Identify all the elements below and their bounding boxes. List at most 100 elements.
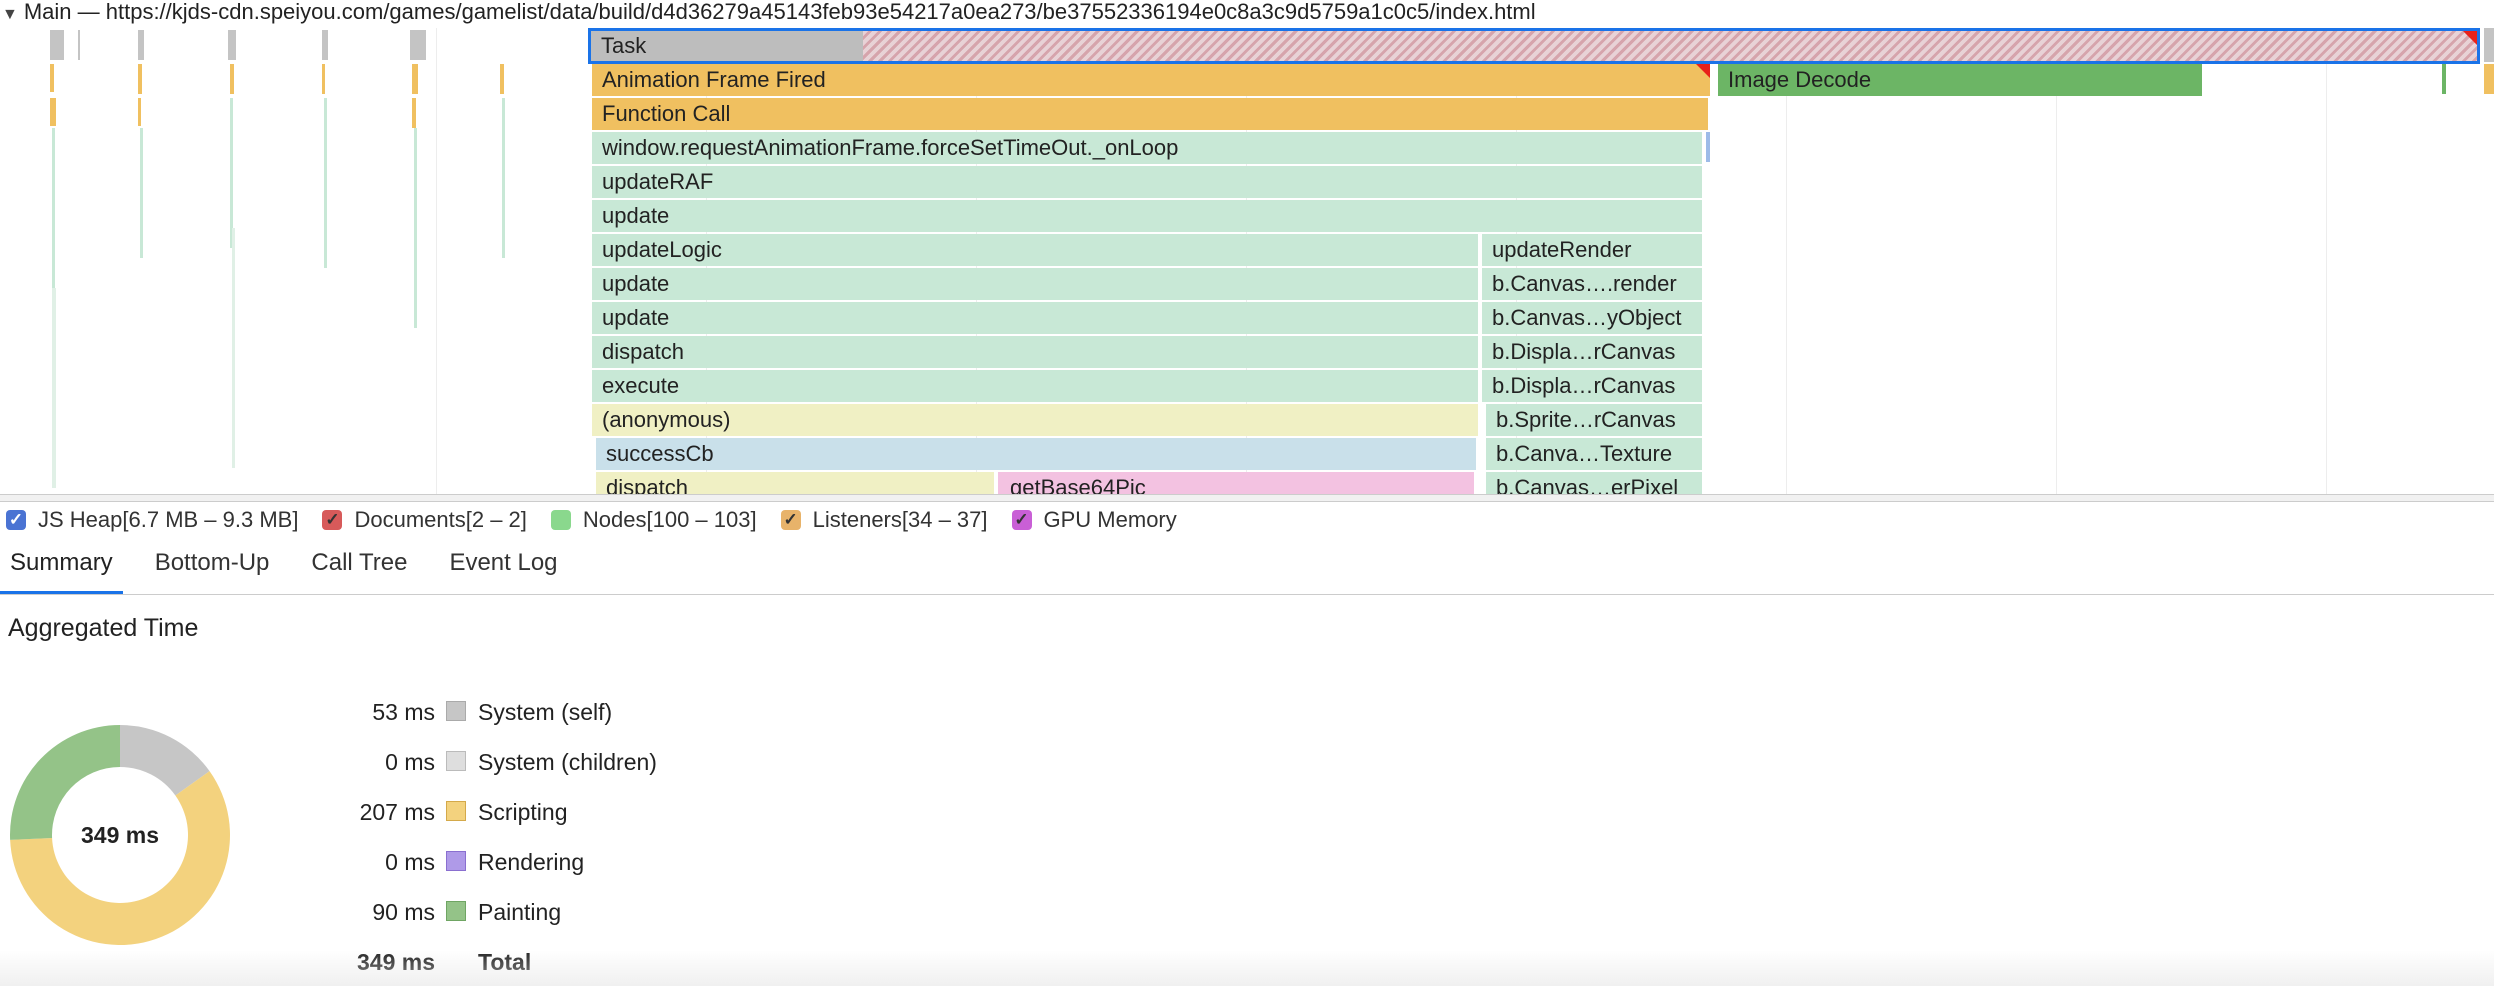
details-tab-bar: Summary Bottom-Up Call Tree Event Log <box>0 538 2494 595</box>
execute-bar[interactable]: execute <box>592 370 1478 402</box>
legend-swatch <box>446 801 466 821</box>
mini-script-mark[interactable] <box>412 64 418 94</box>
display-rcanvas-bar[interactable]: b.Displa…rCanvas <box>1482 336 1702 368</box>
dispatch-bar[interactable]: dispatch <box>592 336 1478 368</box>
counter-label: Nodes[100 – 103] <box>583 507 757 533</box>
memory-counters-bar: ✓ JS Heap[6.7 MB – 9.3 MB] ✓ Documents[2… <box>0 502 2494 538</box>
mini-script-mark[interactable] <box>230 64 234 94</box>
pane-splitter[interactable] <box>0 494 2494 502</box>
mini-js-mark <box>232 228 235 468</box>
task-bar-selected[interactable]: Task <box>588 28 2480 64</box>
aggregated-time-donut: 349 ms <box>10 725 230 945</box>
collapse-triangle-icon[interactable]: ▼ <box>2 3 18 27</box>
image-decode-bar-small[interactable] <box>2442 64 2446 94</box>
mini-script-mark[interactable] <box>500 64 504 94</box>
mini-task-mark[interactable] <box>50 30 64 60</box>
display-rcanvas-bar[interactable]: b.Displa…rCanvas <box>1482 370 1702 402</box>
earlier-tasks-strip[interactable] <box>0 28 590 494</box>
animation-frame-bar[interactable]: Animation Frame Fired <box>592 64 1710 96</box>
legend-value: 53 ms <box>300 692 435 732</box>
mini-js-mark <box>52 128 55 288</box>
grid-line <box>2056 28 2057 494</box>
nodes-checkbox[interactable] <box>551 510 571 530</box>
raf-small-bar[interactable] <box>1706 132 1710 162</box>
raf-callback-bar[interactable]: window.requestAnimationFrame.forceSetTim… <box>592 132 1702 164</box>
mini-js-mark <box>414 128 417 328</box>
counter-label: JS Heap[6.7 MB – 9.3 MB] <box>38 507 298 533</box>
mini-task-mark[interactable] <box>322 30 328 60</box>
mini-task-mark[interactable] <box>228 30 236 60</box>
aggregated-time-title: Aggregated Time <box>8 614 198 643</box>
mini-js-mark <box>502 98 505 258</box>
tab-summary[interactable]: Summary <box>0 538 123 594</box>
mini-task-mark[interactable] <box>410 30 426 60</box>
mini-script-mark[interactable] <box>322 64 325 94</box>
update-render-bar[interactable]: updateRender <box>1482 234 1702 266</box>
dispatch-bar[interactable]: dispatch <box>596 472 994 494</box>
gpu-memory-checkbox[interactable]: ✓ <box>1012 510 1032 530</box>
mini-js-mark <box>324 98 327 268</box>
long-task-marker-icon <box>2463 31 2477 45</box>
main-thread-title: Main — https://kjds-cdn.speiyou.com/game… <box>24 0 1536 24</box>
legend-swatch <box>446 751 466 771</box>
mini-script-mark[interactable] <box>412 98 416 128</box>
mini-task-mark[interactable] <box>138 30 144 60</box>
canvas-texture-bar[interactable]: b.Canva…Texture <box>1486 438 1702 470</box>
flame-chart[interactable]: ▼Main — https://kjds-cdn.speiyou.com/gam… <box>0 0 2494 494</box>
script-bar-small[interactable] <box>2484 64 2494 94</box>
mini-js-mark <box>140 128 143 258</box>
warning-marker-icon <box>1696 64 1710 78</box>
tab-call-tree[interactable]: Call Tree <box>301 538 417 594</box>
grid-line <box>2326 28 2327 494</box>
legend-name: System (self) <box>478 692 612 732</box>
legend-value: 0 ms <box>300 842 435 882</box>
legend-name: Painting <box>478 892 561 932</box>
update-raf-bar[interactable]: updateRAF <box>592 166 1702 198</box>
counter-gpu-memory[interactable]: ✓ GPU Memory <box>1012 507 1177 533</box>
legend-swatch <box>446 901 466 921</box>
mini-js-mark <box>52 288 56 488</box>
update-bar[interactable]: update <box>592 268 1478 300</box>
documents-checkbox[interactable]: ✓ <box>322 510 342 530</box>
update-logic-bar[interactable]: updateLogic <box>592 234 1478 266</box>
legend-name: Scripting <box>478 792 567 832</box>
counter-label: Documents[2 – 2] <box>354 507 526 533</box>
listeners-checkbox[interactable]: ✓ <box>781 510 801 530</box>
legend-swatch <box>446 851 466 871</box>
counter-nodes[interactable]: Nodes[100 – 103] <box>551 507 757 533</box>
function-call-bar[interactable]: Function Call <box>592 98 1708 130</box>
counter-documents[interactable]: ✓ Documents[2 – 2] <box>322 507 526 533</box>
task-bar[interactable] <box>2484 28 2494 62</box>
mini-script-mark[interactable] <box>138 98 141 126</box>
canvas-render-bar[interactable]: b.Canvas….render <box>1482 268 1702 300</box>
canvas-erpixel-bar[interactable]: b.Canvas…erPixel <box>1486 472 1702 494</box>
tab-event-log[interactable]: Event Log <box>439 538 567 594</box>
canvas-yobject-bar[interactable]: b.Canvas…yObject <box>1482 302 1702 334</box>
update-bar[interactable]: update <box>592 200 1702 232</box>
legend-value: 207 ms <box>300 792 435 832</box>
get-base64-pic-bar[interactable]: getBase64Pic <box>998 472 1474 494</box>
success-cb-bar[interactable]: successCb <box>596 438 1476 470</box>
counter-js-heap[interactable]: ✓ JS Heap[6.7 MB – 9.3 MB] <box>6 507 298 533</box>
update-bar[interactable]: update <box>592 302 1478 334</box>
counter-label: Listeners[34 – 37] <box>813 507 988 533</box>
bottom-fade <box>0 950 2494 986</box>
sprite-rcanvas-bar[interactable]: b.Sprite…rCanvas <box>1486 404 1702 436</box>
legend-value: 90 ms <box>300 892 435 932</box>
mini-script-mark[interactable] <box>138 64 142 94</box>
tab-bottom-up[interactable]: Bottom-Up <box>145 538 280 594</box>
counter-listeners[interactable]: ✓ Listeners[34 – 37] <box>781 507 988 533</box>
image-decode-bar[interactable]: Image Decode <box>1718 64 2202 96</box>
anonymous-bar[interactable]: (anonymous) <box>592 404 1478 436</box>
mini-js-mark <box>230 98 233 248</box>
legend-swatch <box>446 701 466 721</box>
main-thread-header[interactable]: ▼Main — https://kjds-cdn.speiyou.com/gam… <box>0 0 1536 26</box>
legend-name: System (children) <box>478 742 657 782</box>
js-heap-checkbox[interactable]: ✓ <box>6 510 26 530</box>
mini-script-mark[interactable] <box>50 98 56 126</box>
mini-task-mark[interactable] <box>78 30 80 60</box>
legend-value: 0 ms <box>300 742 435 782</box>
mini-script-mark[interactable] <box>50 64 54 92</box>
counter-label: GPU Memory <box>1044 507 1177 533</box>
grid-line <box>436 28 437 494</box>
